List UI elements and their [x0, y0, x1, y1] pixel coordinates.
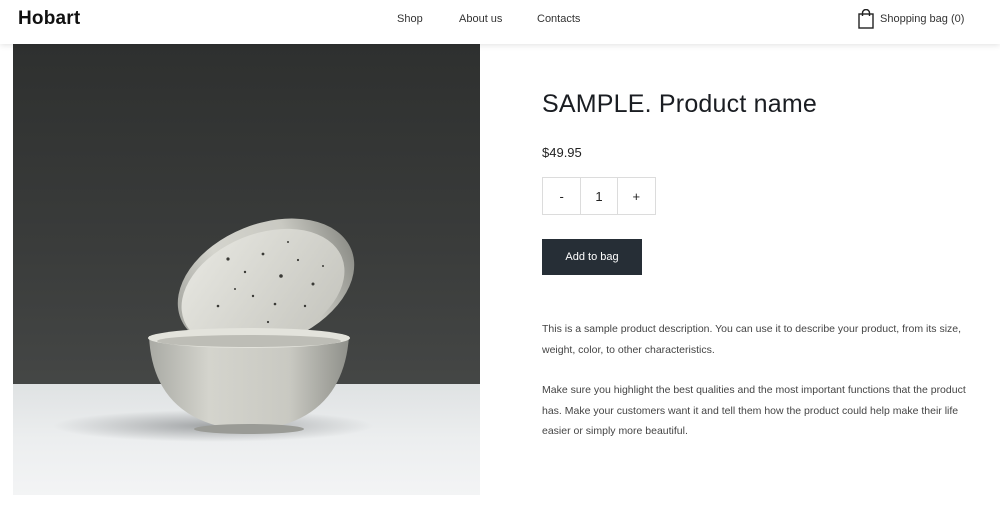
- quantity-decrement-button[interactable]: -: [543, 178, 581, 214]
- add-to-bag-button[interactable]: Add to bag: [542, 239, 642, 275]
- product-description-paragraph: Make sure you highlight the best qualiti…: [542, 384, 966, 437]
- shopping-bag-icon: [857, 8, 875, 29]
- product-description-paragraph: This is a sample product description. Yo…: [542, 323, 962, 356]
- quantity-increment-button[interactable]: +: [617, 178, 656, 214]
- product-price: $49.95: [542, 145, 582, 160]
- shopping-bag-link[interactable]: Shopping bag (0): [857, 8, 965, 29]
- nav-item-contacts[interactable]: Contacts: [537, 13, 580, 25]
- quantity-stepper: - 1 +: [542, 177, 656, 215]
- nav-item-shop[interactable]: Shop: [397, 13, 423, 25]
- shopping-bag-label: Shopping bag (0): [880, 13, 965, 25]
- site-header: Hobart Shop About us Contacts Shopping b…: [0, 0, 1000, 44]
- nav-item-about-us[interactable]: About us: [459, 13, 502, 25]
- product-image: [13, 44, 480, 495]
- product-title: SAMPLE. Product name: [542, 90, 817, 118]
- quantity-input[interactable]: 1: [580, 178, 618, 214]
- site-logo[interactable]: Hobart: [18, 8, 80, 30]
